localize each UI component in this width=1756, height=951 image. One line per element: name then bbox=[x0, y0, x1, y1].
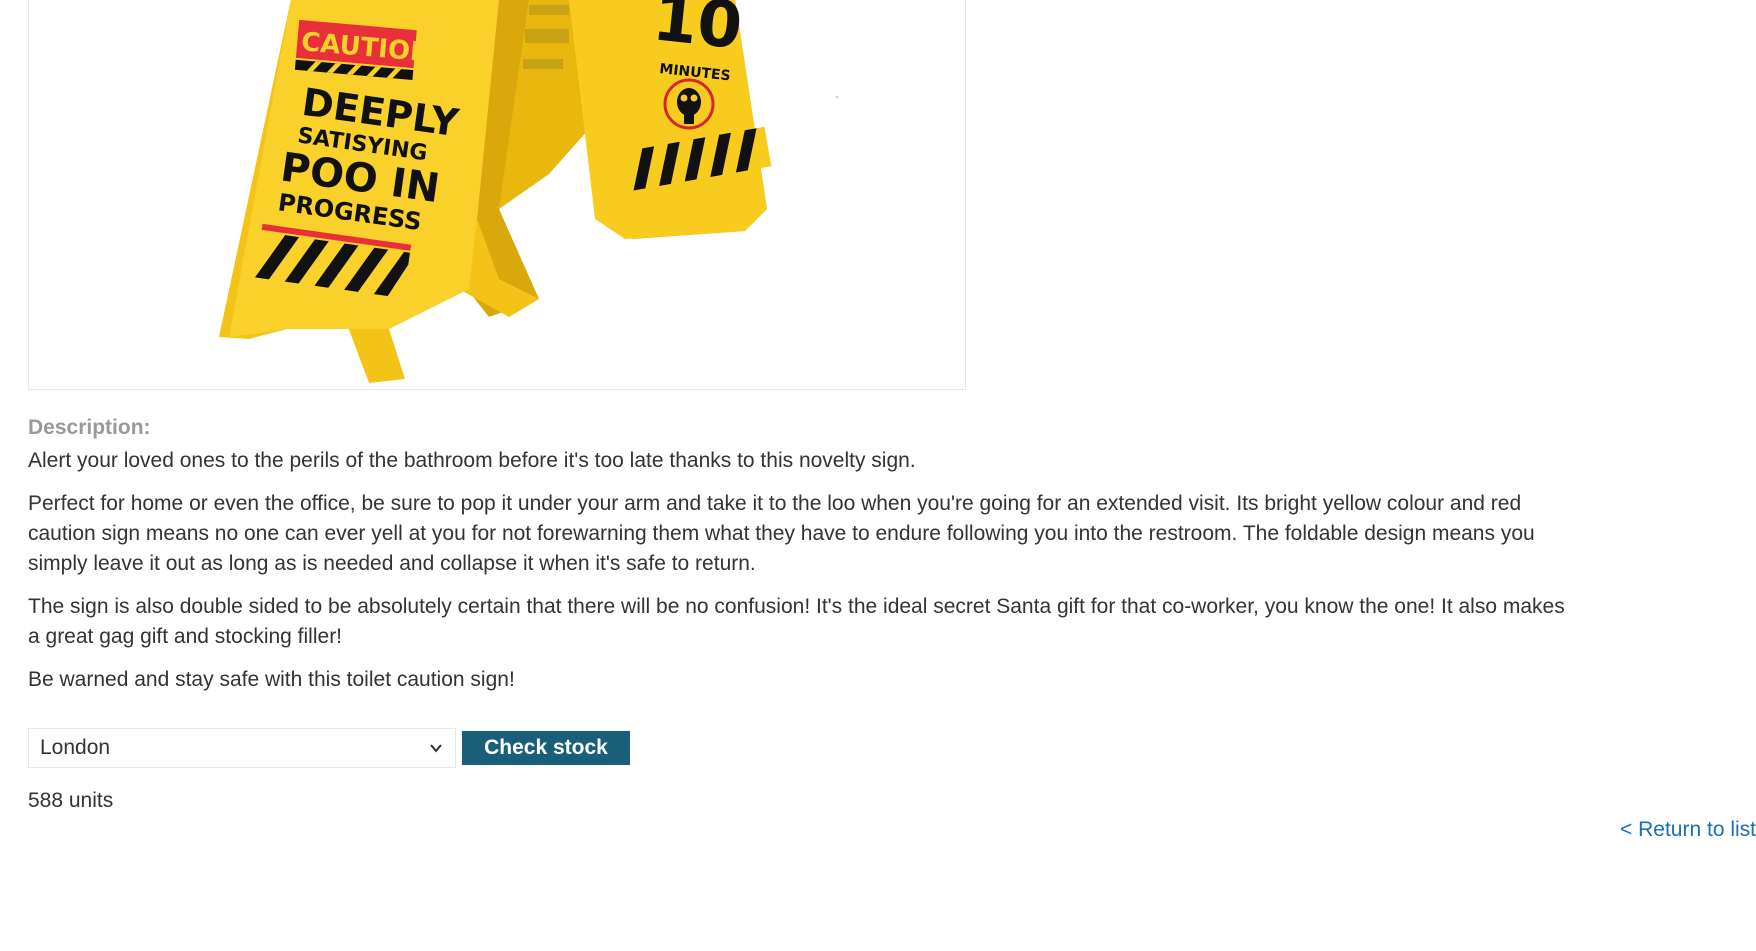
store-select-value: London bbox=[40, 736, 111, 759]
description-label: Description: bbox=[28, 416, 151, 439]
sign-back-number: 10 bbox=[649, 0, 745, 64]
gas-mask-icon bbox=[663, 78, 715, 130]
product-image: 10 MINUTES CAUTION DEEPLY SATISYING POO … bbox=[28, 0, 966, 390]
chevron-down-icon bbox=[430, 744, 442, 753]
return-to-list-link[interactable]: < Return to list bbox=[1620, 818, 1756, 842]
description-paragraph: Alert your loved ones to the perils of t… bbox=[28, 449, 916, 472]
description-paragraph: Be warned and stay safe with this toilet… bbox=[28, 668, 515, 691]
back-sign: 10 MINUTES bbox=[499, 0, 772, 239]
caution-sign-illustration: 10 MINUTES CAUTION DEEPLY SATISYING POO … bbox=[219, 0, 839, 383]
front-sign: CAUTION DEEPLY SATISYING POO IN PROGRESS bbox=[219, 0, 539, 383]
stock-check-form: London Check stock bbox=[28, 728, 630, 768]
store-select[interactable]: London bbox=[28, 728, 456, 768]
stock-result: 588 units bbox=[28, 789, 114, 812]
description-paragraph: The sign is also double sided to be abso… bbox=[28, 595, 1565, 648]
description-paragraph: Perfect for home or even the office, be … bbox=[28, 492, 1535, 575]
description-body: Alert your loved ones to the perils of t… bbox=[28, 446, 1568, 708]
check-stock-button[interactable]: Check stock bbox=[462, 731, 630, 765]
